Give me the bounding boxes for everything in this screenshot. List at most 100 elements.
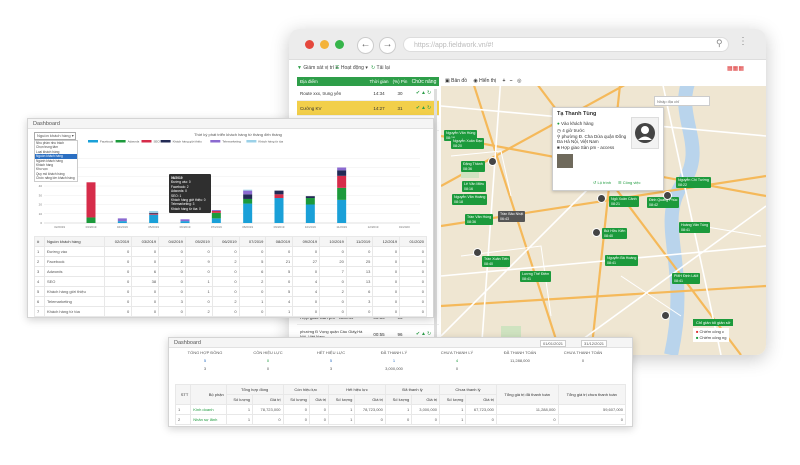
map-marker[interactable]: Trần Xuân Tiến 08:40	[482, 256, 511, 267]
locate-icon[interactable]: ◎	[517, 78, 521, 84]
column-header[interactable]: 06/2019	[211, 236, 240, 247]
group-header[interactable]: Còn hiệu lực	[282, 384, 330, 395]
sub-header-value[interactable]: Giá trị	[252, 394, 284, 405]
table-row[interactable]: 1 Đường vào 0 0 0 0 0 0 0 0 0 0 0 0	[34, 246, 427, 257]
location-row[interactable]: Route xxx, trung yên 14:34 30 ✔▲↻	[297, 86, 439, 101]
summary-card[interactable]: CHƯA THANH TOÁN 0	[555, 350, 611, 363]
user-avatar-pin[interactable]	[473, 248, 482, 257]
menu-dots-icon[interactable]: ⋮	[738, 36, 748, 47]
table-row[interactable]: 2 Facebook 0 0 2 9 2 5 21 27 20 25 0 0	[34, 256, 427, 267]
department-link[interactable]: Kinh doanh	[190, 404, 227, 415]
table-row[interactable]: 2 Nhân sự lãnh 1 0 0 0 1 0 0 0 1 0 0 0	[174, 414, 627, 425]
pdf-export-icon[interactable]: ▦▦▦	[727, 65, 744, 72]
user-avatar-pin[interactable]	[592, 228, 601, 237]
table-row[interactable]: 1 Kinh doanh 1 78,723,000 0 0 1 78,723,000 1 3,00…	[174, 404, 627, 415]
search-icon[interactable]: ⚲	[716, 38, 723, 49]
column-header[interactable]: 01/2020	[399, 236, 427, 247]
user-avatar-pin[interactable]	[488, 157, 497, 166]
column-header[interactable]: 05/2019	[184, 236, 213, 247]
user-avatar-pin[interactable]	[597, 194, 606, 203]
table-row[interactable]: 5 Khách hàng giới thiệu 0 0 0 1 0 0 5 4 2 6 0 0	[34, 286, 427, 297]
checkin-summary-button[interactable]: Chỉ giản tối giản sở	[693, 319, 734, 326]
map-marker[interactable]: Nguyễn Xuân Đạo 08:20	[451, 138, 485, 149]
tab-map[interactable]: ▣ Bản đồ	[445, 78, 467, 84]
group-header[interactable]: Hết hiệu lực	[328, 384, 386, 395]
sub-header-count[interactable]: Số lượng	[439, 394, 467, 405]
date-from-input[interactable]: 01/01/2021	[540, 340, 567, 347]
group-header[interactable]: Tổng giá trị chưa thanh toán	[557, 384, 627, 405]
group-header[interactable]: Tổng giá trị đã thanh toán	[495, 384, 559, 405]
tab-show[interactable]: ◉ Hiển thị	[473, 78, 496, 84]
location-row-selected[interactable]: Cường KV 14:27 31 ✔▲↻	[297, 101, 439, 116]
sub-header-count[interactable]: Số lượng	[328, 394, 356, 405]
map-marker[interactable]: Ngô Xuân Cảnh 08:21	[609, 196, 639, 207]
zoom-in-icon[interactable]: +	[502, 78, 505, 84]
table-row[interactable]: 7 Khách hàng từ tòa 0 0 0 2 0 0 1 0 0 0 0 0	[34, 306, 427, 317]
sub-header-count[interactable]: Số lượng	[225, 394, 254, 405]
map-marker[interactable]: Nguyễn Bá Hoàng 08:41	[605, 255, 639, 266]
stt-header[interactable]: STT	[174, 384, 192, 405]
route-button[interactable]: ↺ Lộ trình	[593, 180, 611, 185]
sub-header-count[interactable]: Số lượng	[282, 394, 310, 405]
summary-card[interactable]: CHƯA THANH LÝ 4 0	[429, 350, 485, 371]
map-marker[interactable]: Đặng Thành 08:36	[461, 161, 485, 172]
checkin-photo[interactable]	[557, 154, 573, 168]
column-header[interactable]: 09/2019	[292, 236, 321, 247]
column-header[interactable]: Nguồn khách hàng	[43, 236, 106, 247]
column-header[interactable]: 10/2019	[319, 236, 347, 247]
filter-dropdown[interactable]: ▼ Giám sát vị trí ▾	[297, 65, 338, 71]
sub-header-value[interactable]: Giá trị	[354, 394, 386, 405]
map-marker[interactable]: Lê Văn Miều 08:16	[462, 181, 487, 192]
summary-card[interactable]: HẾT HIỆU LỰC 5 3	[303, 350, 359, 371]
map-marker[interactable]: Lương Thế Điêm 08:41	[520, 271, 552, 282]
map-marker[interactable]: Nguyễn Chí Tường 08:22	[676, 177, 711, 188]
column-header[interactable]: 08/2019	[265, 236, 294, 247]
sub-header-count[interactable]: Số lượng	[384, 394, 413, 405]
table-row[interactable]: 4 SEO 0 38 0 1 0 2 0 4 0 13 0 0	[34, 276, 427, 287]
column-header[interactable]: 07/2019	[238, 236, 267, 247]
group-header[interactable]: Chưa thanh lý	[439, 384, 497, 395]
department-header[interactable]: Bộ phận	[190, 384, 227, 405]
map-marker[interactable]: Nguyễn Văn Hoàng 08:18	[452, 194, 488, 205]
table-row[interactable]: 6 Telemarketing 0 0 3 0 2 1 4 0 0 3 0 0	[34, 296, 427, 307]
map-search-input[interactable]	[654, 96, 710, 106]
group-header[interactable]: Tổng hợp đồng	[225, 384, 284, 395]
table-scrollbar[interactable]	[434, 89, 437, 349]
address-bar[interactable]: https://app.fieldwork.vn/#!	[403, 37, 729, 52]
map-marker[interactable]: Trần Bảo Nhật 06:43	[498, 211, 526, 222]
refresh-button[interactable]: ↻ Tải lại	[371, 65, 390, 71]
zoom-out-icon[interactable]: −	[510, 78, 513, 84]
dropdown-option[interactable]: Chức năng lớn khách hàng	[35, 176, 77, 180]
user-avatar-pin[interactable]	[661, 311, 670, 320]
summary-card[interactable]: ĐÃ THANH TOÁN 11,288,000	[492, 350, 548, 363]
close-window-icon[interactable]	[305, 40, 314, 49]
map-marker[interactable]: Bùi Hữu Kiên 08:40	[602, 228, 628, 239]
map-marker[interactable]: Đinh Quang Phúc 08:42	[647, 197, 680, 208]
date-to-input[interactable]: 31/12/2021	[581, 340, 608, 347]
column-header[interactable]: #	[34, 236, 45, 247]
summary-card[interactable]: CÒN HIỆU LỰC 0 0	[240, 350, 296, 371]
sub-header-value[interactable]: Giá trị	[411, 394, 441, 405]
department-link[interactable]: Nhân sự lãnh	[190, 414, 227, 425]
map-marker[interactable]: PMH Định LâM 08:41	[672, 273, 701, 284]
user-avatar-pin[interactable]	[663, 191, 672, 200]
column-header[interactable]: 11/2019	[345, 236, 374, 247]
summary-card[interactable]: TỔNG HỢP ĐỒNG 5 3	[177, 350, 233, 371]
work-button[interactable]: ☰ Công việc	[618, 180, 641, 185]
maximize-window-icon[interactable]	[335, 40, 344, 49]
minimize-window-icon[interactable]	[320, 40, 329, 49]
column-header[interactable]: 02/2019	[104, 236, 133, 247]
map-marker[interactable]: Hoàng Văn Tùng 08:41	[679, 222, 711, 233]
forward-arrow-icon[interactable]: →	[379, 37, 396, 54]
column-header[interactable]: 04/2019	[158, 236, 186, 247]
summary-card[interactable]: ĐÃ THANH LÝ 1 3,000,000	[366, 350, 422, 371]
map-marker[interactable]: Trần Văn Hùng 08:36	[465, 214, 494, 225]
group-header[interactable]: Đã thanh lý	[384, 384, 441, 395]
table-row[interactable]: 3 Adwords 0 6 0 0 0 6 5 0 7 13 0 0	[34, 266, 427, 277]
back-arrow-icon[interactable]: ←	[357, 37, 374, 54]
column-header[interactable]: 03/2019	[131, 236, 160, 247]
column-header[interactable]: 12/2019	[372, 236, 401, 247]
activity-dropdown[interactable]: ☰ Hoạt động ▾	[335, 65, 368, 71]
sub-header-value[interactable]: Giá trị	[465, 394, 497, 405]
sub-header-value[interactable]: Giá trị	[308, 394, 330, 405]
